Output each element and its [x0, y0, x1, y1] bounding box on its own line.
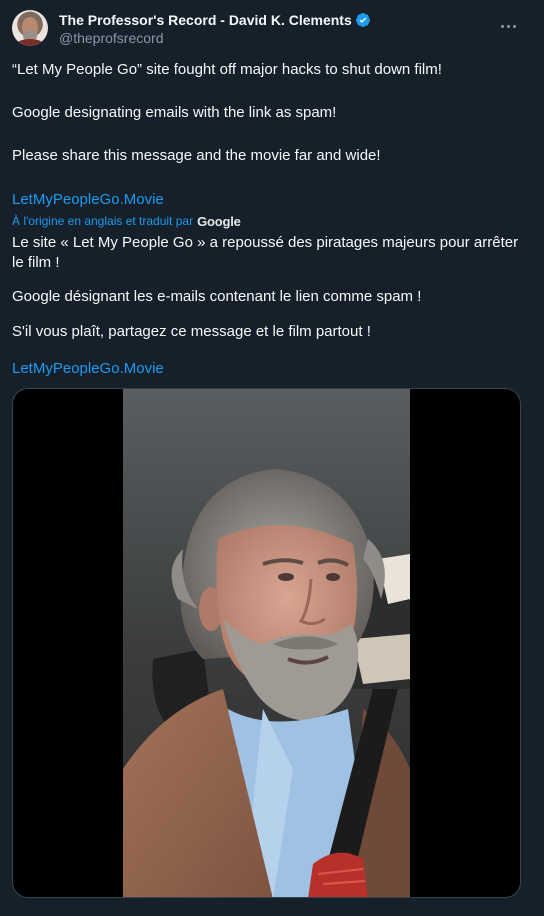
translation-label: À l'origine en anglais et traduit par	[12, 214, 194, 228]
video-thumbnail-image	[123, 389, 410, 897]
author-name-block: The Professor's Record - David K. Clemen…	[59, 10, 371, 46]
translated-link[interactable]: LetMyPeopleGo.Movie	[12, 359, 532, 379]
google-logo: Google	[197, 213, 241, 229]
tweet-footer	[0, 900, 544, 916]
tweet-text-line-2: Google designating emails with the link …	[12, 104, 337, 121]
video-thumbnail	[123, 389, 410, 897]
tweet-header: The Professor's Record - David K. Clemen…	[12, 8, 532, 48]
verified-badge-icon	[355, 12, 370, 27]
author-avatar[interactable]	[12, 10, 48, 46]
video-player[interactable]	[12, 388, 521, 898]
tweet-text-line-3: Please share this message and the movie …	[12, 147, 381, 164]
author-display-name[interactable]: The Professor's Record - David K. Clemen…	[59, 12, 352, 28]
more-options-icon[interactable]	[496, 16, 520, 36]
tweet-link[interactable]: LetMyPeopleGo.Movie	[12, 190, 532, 210]
translated-text-line-1: Le site « Let My People Go » a repoussé …	[12, 234, 519, 271]
translated-text-line-3: S'il vous plaît, partagez ce message et …	[12, 323, 371, 340]
author-handle[interactable]: @theprofsrecord	[59, 30, 371, 46]
translation-attribution[interactable]: À l'origine en anglais et traduit par Go…	[12, 213, 241, 229]
tweet-text-line-1: “Let My People Go” site fought off major…	[12, 61, 442, 78]
tweet-card: The Professor's Record - David K. Clemen…	[0, 0, 544, 916]
translated-text-line-2: Google désignant les e-mails contenant l…	[12, 288, 422, 305]
